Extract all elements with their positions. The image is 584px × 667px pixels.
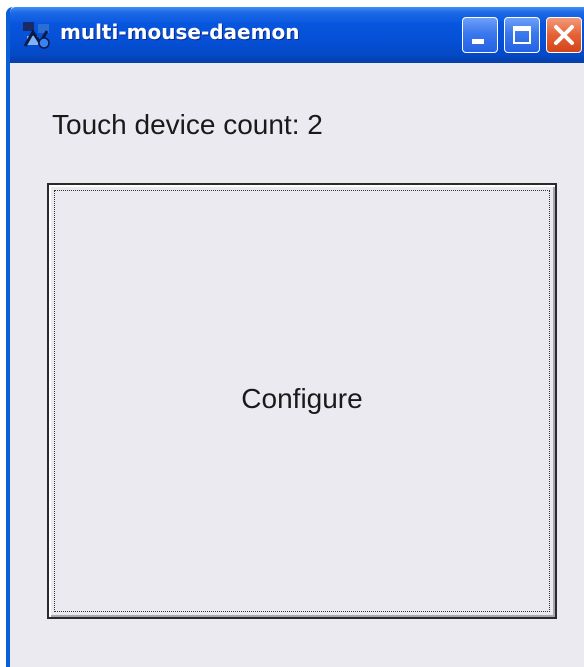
configure-button[interactable]: Configure — [47, 183, 557, 619]
window-content: Touch device count: 2 Configure — [10, 63, 584, 667]
app-icon[interactable] — [20, 19, 52, 51]
app-window: multi-mouse-daemon Touch device count: 2… — [6, 7, 584, 667]
configure-button-label: Configure — [241, 383, 363, 414]
touch-device-count-label: Touch device count: 2 — [52, 109, 323, 140]
minimize-icon — [472, 39, 484, 44]
maximize-button[interactable] — [504, 17, 540, 53]
maximize-icon — [513, 26, 531, 44]
minimize-button[interactable] — [462, 17, 498, 53]
window-title: multi-mouse-daemon — [60, 20, 300, 44]
close-button[interactable] — [546, 17, 582, 53]
close-icon — [554, 25, 574, 45]
title-bar[interactable]: multi-mouse-daemon — [10, 7, 584, 63]
